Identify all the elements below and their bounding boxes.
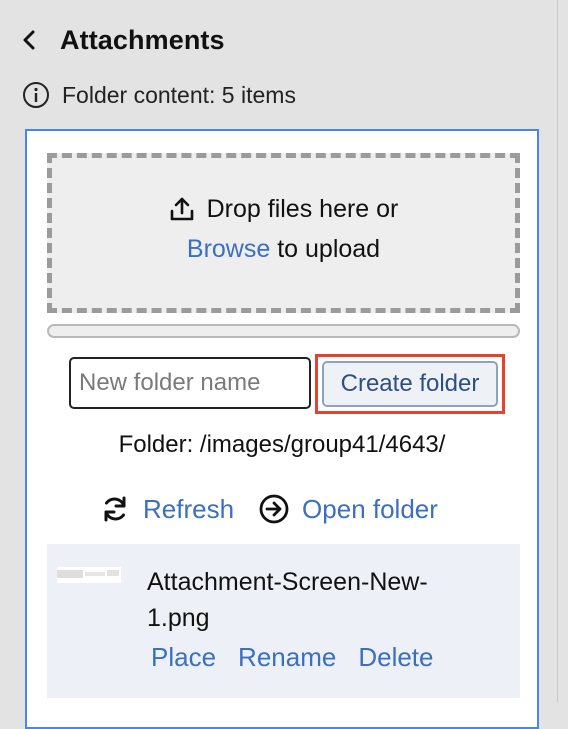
panel-divider (557, 0, 558, 702)
attachments-panel: Drop files here or Browse to upload Crea… (25, 129, 539, 729)
file-name-line-1: Attachment-Screen-New- (147, 568, 428, 596)
create-folder-highlight: Create folder (315, 354, 505, 414)
upload-progress-bar (47, 324, 520, 338)
drop-files-text: Drop files here or (206, 195, 399, 223)
chevron-left-icon (23, 30, 35, 50)
rename-link[interactable]: Rename (238, 642, 336, 673)
dropzone-line-2: Browse to upload (52, 229, 515, 269)
page-title: Attachments (60, 24, 225, 55)
file-name-line-2: 1.png (147, 604, 210, 632)
arrow-circle-right-icon (258, 493, 290, 525)
refresh-label: Refresh (143, 493, 235, 524)
create-folder-button[interactable]: Create folder (322, 361, 498, 407)
open-folder-button[interactable]: Open folder (258, 493, 438, 525)
dropzone-line: Drop files here or (52, 189, 515, 229)
browse-link[interactable]: Browse (187, 235, 270, 263)
folder-content-info: Folder content: 5 items (22, 80, 296, 110)
open-folder-label: Open folder (302, 493, 438, 524)
delete-link[interactable]: Delete (358, 642, 433, 673)
refresh-icon (99, 493, 131, 525)
upload-icon (169, 196, 195, 222)
folder-path: Folder: /images/group41/4643/ (118, 431, 446, 458)
file-list-item: Attachment-Screen-New- 1.png Place Renam… (47, 544, 520, 698)
file-thumbnail[interactable] (57, 565, 121, 585)
refresh-button[interactable]: Refresh (99, 493, 234, 525)
place-link[interactable]: Place (151, 642, 216, 673)
back-button[interactable] (22, 22, 48, 58)
new-folder-name-input[interactable] (69, 357, 311, 409)
info-circle-icon (22, 81, 50, 109)
file-name: Attachment-Screen-New- 1.png (147, 564, 497, 636)
file-dropzone[interactable]: Drop files here or Browse to upload (47, 153, 520, 313)
upload-suffix-text: to upload (277, 235, 381, 263)
folder-content-text: Folder content: 5 items (62, 81, 296, 108)
file-actions: Place Rename Delete (151, 642, 433, 673)
folder-actions: Refresh Open folder (99, 491, 438, 527)
page-header: Attachments (22, 22, 225, 58)
